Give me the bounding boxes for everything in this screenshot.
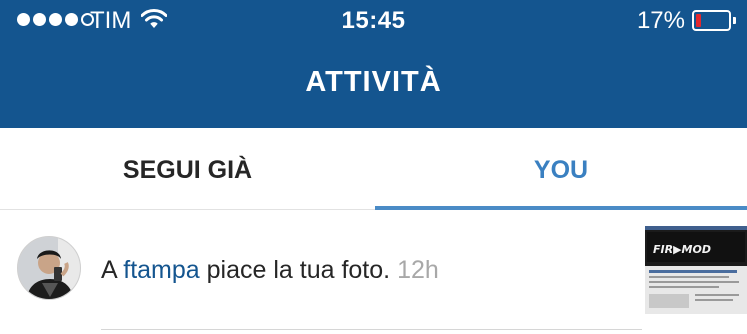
activity-username-link[interactable]: ftampa bbox=[123, 256, 199, 284]
activity-tabs: SEGUI GIÀ YOU bbox=[0, 128, 747, 212]
selected-tab-indicator bbox=[375, 206, 747, 210]
user-avatar-icon bbox=[18, 237, 80, 299]
top-bar: TIM 15:45 17% ATTIVITÀ bbox=[0, 0, 747, 128]
battery-body bbox=[692, 10, 731, 31]
battery-percent: 17% bbox=[636, 7, 685, 34]
battery-fill bbox=[696, 14, 701, 27]
status-bar: TIM 15:45 17% bbox=[0, 0, 747, 42]
activity-prefix: A bbox=[101, 256, 117, 284]
activity-timestamp: 12h bbox=[397, 256, 439, 284]
avatar[interactable] bbox=[17, 236, 81, 300]
activity-text: A ftampa piace la tua foto. 12h bbox=[101, 256, 439, 285]
battery-tip bbox=[733, 17, 736, 24]
post-thumbnail-icon: FIR▶MOD bbox=[645, 226, 747, 314]
battery-icon bbox=[692, 10, 736, 31]
tabs-divider bbox=[0, 209, 375, 210]
page-title: ATTIVITÀ bbox=[305, 66, 442, 98]
thumbnail-logo-text: FIR▶MOD bbox=[653, 243, 711, 256]
tab-following[interactable]: SEGUI GIÀ bbox=[0, 128, 375, 212]
row-divider bbox=[101, 329, 642, 330]
activity-message: piace la tua foto. bbox=[206, 256, 391, 284]
activity-row[interactable]: A ftampa piace la tua foto. 12h FIR▶MOD bbox=[0, 212, 747, 334]
status-time: 15:45 bbox=[341, 7, 406, 34]
tab-you[interactable]: YOU bbox=[375, 128, 747, 212]
post-thumbnail[interactable]: FIR▶MOD bbox=[645, 226, 747, 314]
